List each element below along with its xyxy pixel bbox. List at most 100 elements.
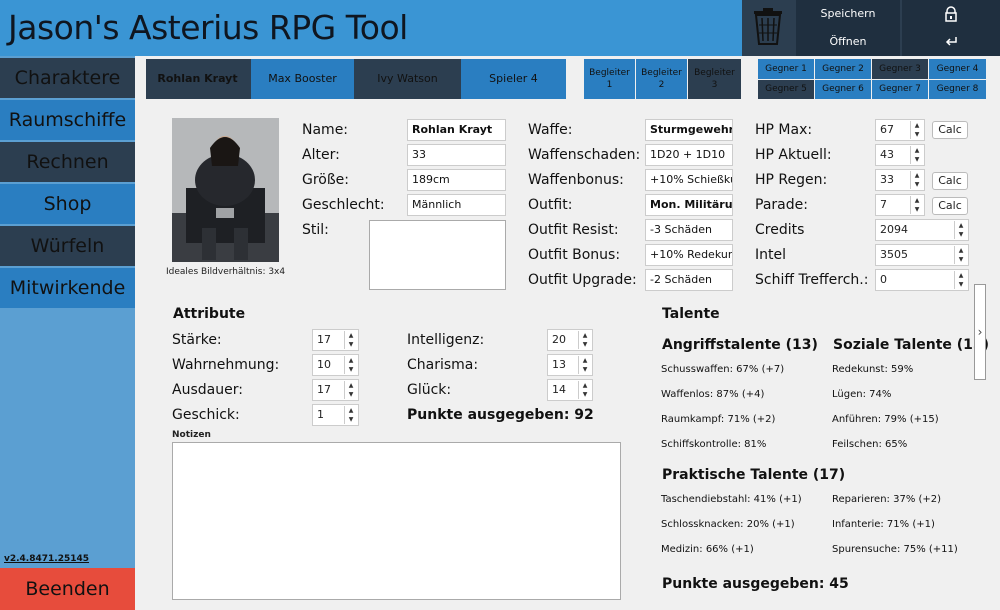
tab-enemy-3[interactable]: Gegner 3	[872, 59, 928, 79]
tab-companion-2[interactable]: Begleiter 2	[636, 59, 687, 99]
tab-enemy-8[interactable]: Gegner 8	[929, 80, 986, 99]
nav-shop[interactable]: Shop	[0, 184, 135, 224]
hp-regen-calc-button[interactable]: Calc	[932, 172, 968, 190]
tab-enemy-5[interactable]: Gegner 5	[758, 80, 814, 99]
stepper-arrows[interactable]: ▲ ▼	[344, 381, 357, 399]
intel-value: 3505	[880, 248, 908, 261]
tab-companion-1[interactable]: Begleiter 1	[584, 59, 635, 99]
nav-characters[interactable]: Charaktere	[0, 58, 135, 98]
parry-calc-button[interactable]: Calc	[932, 197, 968, 215]
stepper-arrows[interactable]: ▲ ▼	[910, 146, 923, 164]
intelligence-stepper[interactable]: 20 ▲ ▼	[547, 329, 593, 351]
size-field[interactable]: 189cm	[407, 169, 506, 191]
hp-regen-stepper[interactable]: 33 ▲ ▼	[875, 169, 925, 191]
luck-stepper[interactable]: 14 ▲ ▼	[547, 379, 593, 401]
stepper-arrows[interactable]: ▲ ▼	[910, 196, 923, 214]
endurance-stepper[interactable]: 17 ▲ ▼	[312, 379, 359, 401]
ship-hit-stepper[interactable]: 0 ▲ ▼	[875, 269, 969, 291]
intel-stepper[interactable]: 3505 ▲ ▼	[875, 244, 969, 266]
save-button[interactable]: Speichern	[796, 0, 900, 28]
nav-spaceships[interactable]: Raumschiffe	[0, 100, 135, 140]
hp-current-label: HP Aktuell:	[755, 147, 832, 163]
chevron-right-icon[interactable]: ›	[974, 284, 986, 380]
open-button[interactable]: Öffnen	[796, 28, 900, 56]
tab-enemy-1[interactable]: Gegner 1	[758, 59, 814, 79]
nav-calculate[interactable]: Rechnen	[0, 142, 135, 182]
tab-player-2[interactable]: Max Booster	[251, 59, 354, 99]
nav-dice[interactable]: Würfeln	[0, 226, 135, 266]
notes-label: Notizen	[172, 430, 211, 440]
stepper-arrows[interactable]: ▲ ▼	[954, 246, 967, 264]
charisma-stepper[interactable]: 13 ▲ ▼	[547, 354, 593, 376]
stepper-arrows[interactable]: ▲ ▼	[344, 331, 357, 349]
name-field[interactable]: Rohlan Krayt	[407, 119, 506, 141]
tab-enemy-4[interactable]: Gegner 4	[929, 59, 986, 79]
outfit-field[interactable]: Mon. Militäruni	[645, 194, 733, 216]
name-label: Name:	[302, 122, 349, 138]
stepper-arrows[interactable]: ▲ ▼	[578, 381, 591, 399]
hp-max-calc-button[interactable]: Calc	[932, 121, 968, 139]
skill-stepper[interactable]: 1 ▲ ▼	[312, 404, 359, 426]
perception-stepper[interactable]: 10 ▲ ▼	[312, 354, 359, 376]
style-textarea[interactable]	[369, 220, 506, 290]
stepper-arrows[interactable]: ▲ ▼	[954, 221, 967, 239]
weapon-bonus-field[interactable]: +10% Schießkun	[645, 169, 733, 191]
notes-textarea[interactable]	[172, 442, 621, 600]
weapon-bonus-label: Waffenbonus:	[528, 172, 624, 188]
quit-button[interactable]: Beenden	[0, 568, 135, 610]
credits-label: Credits	[755, 222, 805, 238]
stepper-arrows[interactable]: ▲ ▼	[910, 121, 923, 139]
intelligence-label: Intelligenz:	[407, 332, 485, 348]
talents-title: Talente	[662, 306, 720, 322]
stepper-arrows[interactable]: ▲ ▼	[344, 356, 357, 374]
parry-label: Parade:	[755, 197, 808, 213]
stepper-arrows[interactable]: ▲ ▼	[344, 406, 357, 424]
tab-player-4[interactable]: Spieler 4	[461, 59, 566, 99]
perception-value: 10	[317, 358, 331, 371]
hp-max-value: 67	[880, 123, 894, 136]
stepper-arrows[interactable]: ▲ ▼	[954, 271, 967, 289]
tab-companion-3[interactable]: Begleiter 3	[688, 59, 741, 99]
hp-current-stepper[interactable]: 43 ▲ ▼	[875, 144, 925, 166]
lock-icon[interactable]	[902, 0, 1000, 28]
talent-item: Lügen: 74%	[832, 389, 892, 400]
credits-stepper[interactable]: 2094 ▲ ▼	[875, 219, 969, 241]
weapon-damage-field[interactable]: 1D20 + 1D10	[645, 144, 733, 166]
outfit-bonus-label: Outfit Bonus:	[528, 247, 621, 263]
tab-player-1[interactable]: Rohlan Krayt	[146, 59, 249, 99]
parry-value: 7	[880, 198, 887, 211]
hp-regen-label: HP Regen:	[755, 172, 828, 188]
outfit-upgrade-field[interactable]: -2 Schäden	[645, 269, 733, 291]
style-label: Stil:	[302, 222, 329, 238]
stepper-arrows[interactable]: ▲ ▼	[910, 171, 923, 189]
portrait-image[interactable]	[172, 118, 279, 262]
charisma-value: 13	[552, 358, 566, 371]
weapon-field[interactable]: Sturmgewehr M	[645, 119, 733, 141]
tab-player-3[interactable]: Ivy Watson	[356, 59, 459, 99]
gender-field[interactable]: Männlich	[407, 194, 506, 216]
social-talents-title: Soziale Talente (15)	[833, 337, 990, 353]
toolbar: Speichern Öffnen	[742, 0, 1000, 56]
tab-enemy-6[interactable]: Gegner 6	[815, 80, 871, 99]
portrait-caption: Ideales Bildverhältnis: 3x4	[166, 267, 286, 277]
strength-stepper[interactable]: 17 ▲ ▼	[312, 329, 359, 351]
stepper-arrows[interactable]: ▲ ▼	[578, 356, 591, 374]
intelligence-value: 20	[552, 333, 566, 346]
outfit-bonus-field[interactable]: +10% Redekuns	[645, 244, 733, 266]
talent-item: Reparieren: 37% (+2)	[832, 494, 942, 505]
parry-stepper[interactable]: 7 ▲ ▼	[875, 194, 925, 216]
tab-enemy-7[interactable]: Gegner 7	[872, 80, 928, 99]
version-link[interactable]: v2.4.8471.25145	[4, 554, 89, 564]
talent-item: Taschendiebstahl: 41% (+1)	[661, 494, 802, 505]
undo-icon[interactable]	[902, 28, 1000, 56]
outfit-resist-field[interactable]: -3 Schäden	[645, 219, 733, 241]
hp-max-stepper[interactable]: 67 ▲ ▼	[875, 119, 925, 141]
tab-enemy-2[interactable]: Gegner 2	[815, 59, 871, 79]
stepper-arrows[interactable]: ▲ ▼	[578, 331, 591, 349]
nav-contributors[interactable]: Mitwirkende	[0, 268, 135, 308]
hp-regen-value: 33	[880, 173, 894, 186]
trash-icon[interactable]	[742, 0, 794, 56]
gender-label: Geschlecht:	[302, 197, 385, 213]
tab-companion-label: Begleiter	[694, 68, 735, 78]
age-field[interactable]: 33	[407, 144, 506, 166]
